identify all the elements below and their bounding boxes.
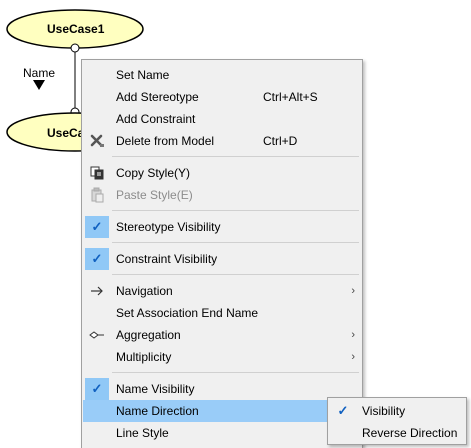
- menu-item-name-direction[interactable]: Name Direction ›: [83, 400, 361, 422]
- menu-item-stereotype-visibility[interactable]: ✓ Stereotype Visibility: [83, 216, 361, 238]
- navigation-arrow-icon: [85, 280, 109, 302]
- menu-item-shortcut: Ctrl+D: [263, 134, 298, 148]
- menu-item-label: Name Visibility: [116, 382, 195, 396]
- menu-item-paste-style[interactable]: Paste Style(E): [83, 184, 361, 206]
- menu-item-label: Paste Style(E): [116, 188, 193, 202]
- menu-item-label: Add Stereotype: [116, 90, 199, 104]
- menu-item-label: Aggregation: [116, 328, 181, 342]
- menu-item-label: Line Style: [116, 426, 169, 440]
- menu-item-label: Navigation: [116, 284, 173, 298]
- usecase-top-label: UseCase1: [47, 22, 105, 36]
- menu-item-label: Stereotype Visibility: [116, 220, 221, 234]
- selection-handle-top[interactable]: [70, 43, 80, 53]
- submenu-item-visibility[interactable]: ✓ Visibility: [329, 400, 465, 422]
- submenu-item-label: Visibility: [362, 404, 406, 418]
- name-direction-submenu: ✓ Visibility Reverse Direction: [327, 397, 467, 445]
- paste-style-icon: [85, 184, 109, 206]
- submenu-arrow-icon: ›: [351, 351, 355, 363]
- menu-item-label: Delete from Model: [116, 134, 215, 148]
- association-name-label: Name: [23, 66, 56, 80]
- menu-item-multiplicity[interactable]: Multiplicity ›: [83, 346, 361, 368]
- menu-item-aggregation[interactable]: Aggregation ›: [83, 324, 361, 346]
- menu-item-delete-from-model[interactable]: Delete from Model Ctrl+D: [83, 130, 361, 152]
- menu-item-label: Copy Style(Y): [116, 166, 191, 180]
- menu-item-add-stereotype[interactable]: Add Stereotype Ctrl+Alt+S: [83, 86, 361, 108]
- name-direction-triangle-icon: [33, 80, 45, 90]
- submenu-arrow-icon: ›: [351, 329, 355, 341]
- menu-separator: [112, 274, 359, 275]
- submenu-arrow-icon: ›: [351, 285, 355, 297]
- menu-separator: [112, 210, 359, 211]
- menu-item-shortcut: Ctrl+Alt+S: [263, 90, 318, 104]
- menu-item-line-style[interactable]: Line Style ›: [83, 422, 361, 444]
- menu-item-copy-style[interactable]: Copy Style(Y): [83, 162, 361, 184]
- submenu-item-reverse-direction[interactable]: Reverse Direction: [329, 422, 465, 444]
- menu-item-label: Set Name: [116, 68, 170, 82]
- menu-item-constraint-visibility[interactable]: ✓ Constraint Visibility: [83, 248, 361, 270]
- check-icon: ✓: [85, 216, 109, 238]
- submenu-item-label: Reverse Direction: [362, 426, 458, 440]
- aggregation-diamond-icon: [85, 324, 109, 346]
- menu-item-set-association-end-name[interactable]: Set Association End Name: [83, 302, 361, 324]
- context-menu: Set Name Add Stereotype Ctrl+Alt+S Add C…: [81, 59, 363, 448]
- menu-item-label: Multiplicity: [116, 350, 172, 364]
- menu-item-label: Constraint Visibility: [116, 252, 218, 266]
- check-icon: ✓: [85, 378, 109, 400]
- check-icon: ✓: [85, 248, 109, 270]
- check-icon: ✓: [337, 403, 349, 418]
- menu-separator: [112, 242, 359, 243]
- menu-separator: [112, 156, 359, 157]
- menu-separator: [112, 372, 359, 373]
- menu-item-label: Name Direction: [116, 404, 199, 418]
- delete-icon: [85, 130, 109, 152]
- menu-item-add-constraint[interactable]: Add Constraint: [83, 108, 361, 130]
- menu-item-navigation[interactable]: Navigation ›: [83, 280, 361, 302]
- menu-item-label: Add Constraint: [116, 112, 196, 126]
- copy-style-icon: [85, 162, 109, 184]
- menu-item-set-name[interactable]: Set Name: [83, 64, 361, 86]
- menu-item-name-visibility[interactable]: ✓ Name Visibility: [83, 378, 361, 400]
- menu-item-label: Set Association End Name: [116, 306, 259, 320]
